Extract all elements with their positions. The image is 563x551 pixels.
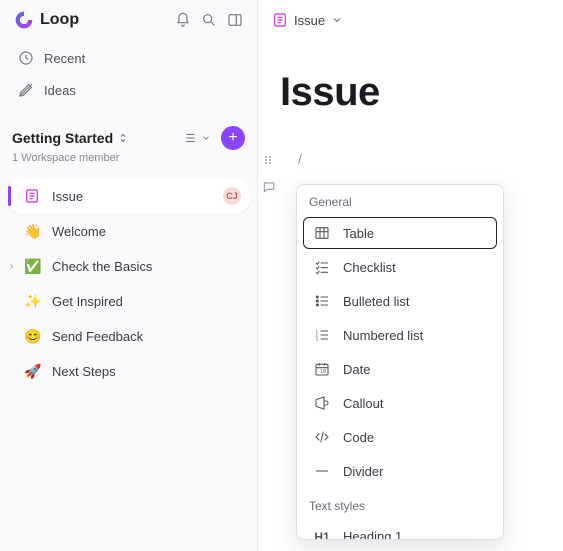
breadcrumb-label: Issue — [294, 13, 325, 28]
slash-command-input[interactable]: / — [298, 151, 541, 167]
page-item-check-basics[interactable]: › ✅ Check the Basics — [6, 249, 251, 284]
svg-text:3: 3 — [315, 336, 318, 341]
heading1-icon: H1 — [313, 530, 331, 541]
page-label: Send Feedback — [52, 329, 241, 344]
bullet-list-icon — [313, 293, 331, 309]
menu-item-bulleted-list[interactable]: Bulleted list — [303, 285, 497, 317]
add-page-button[interactable]: + — [221, 126, 245, 150]
chevron-down-icon — [331, 14, 343, 26]
menu-item-checklist[interactable]: Checklist — [303, 251, 497, 283]
menu-item-label: Heading 1 — [343, 529, 402, 540]
breadcrumb[interactable]: Issue — [258, 0, 563, 40]
nav-ideas[interactable]: Ideas — [8, 74, 249, 106]
table-icon — [313, 225, 331, 241]
page-label: Get Inspired — [52, 294, 241, 309]
brand-name: Loop — [40, 11, 79, 29]
menu-item-heading-1[interactable]: H1 Heading 1 — [303, 521, 497, 540]
page-label: Issue — [52, 189, 213, 204]
menu-item-label: Checklist — [343, 260, 396, 275]
menu-group-text-styles: Text styles — [297, 489, 503, 519]
view-options-button[interactable] — [183, 131, 211, 145]
sparkle-icon: ✨ — [24, 293, 42, 310]
brand: Loop — [14, 10, 79, 30]
page-title[interactable]: Issue — [280, 70, 541, 115]
avatar: CJ — [223, 187, 241, 205]
menu-item-divider[interactable]: Divider — [303, 455, 497, 487]
loop-logo-icon — [14, 10, 34, 30]
doc-icon — [272, 12, 288, 28]
chevron-down-icon — [201, 133, 211, 143]
menu-group-general: General — [297, 185, 503, 215]
numbered-list-icon: 123 — [313, 327, 331, 343]
page-item-next-steps[interactable]: 🚀 Next Steps — [6, 354, 251, 389]
wave-icon: 👋 — [24, 223, 42, 240]
list-icon — [183, 131, 199, 145]
menu-item-label: Divider — [343, 464, 383, 479]
search-icon[interactable] — [201, 12, 217, 28]
chevron-right-icon[interactable]: › — [10, 261, 13, 272]
callout-icon — [313, 395, 331, 411]
panel-icon[interactable] — [227, 12, 243, 28]
menu-item-table[interactable]: Table — [303, 217, 497, 249]
divider-icon — [313, 463, 331, 479]
comment-icon[interactable] — [262, 180, 276, 194]
menu-item-label: Code — [343, 430, 374, 445]
doc-icon — [24, 188, 42, 204]
workspace-title[interactable]: Getting Started — [12, 130, 129, 146]
menu-item-label: Numbered list — [343, 328, 423, 343]
page-list: Issue CJ 👋 Welcome › ✅ Check the Basics … — [0, 172, 257, 395]
updown-icon — [117, 132, 129, 144]
sidebar: Loop Recent Ideas Getting Started — [0, 0, 258, 551]
menu-item-code[interactable]: Code — [303, 421, 497, 453]
page-item-send-feedback[interactable]: 😊 Send Feedback — [6, 319, 251, 354]
page-item-get-inspired[interactable]: ✨ Get Inspired — [6, 284, 251, 319]
menu-item-label: Table — [343, 226, 374, 241]
page-label: Welcome — [52, 224, 241, 239]
menu-item-date[interactable]: 18 Date — [303, 353, 497, 385]
date-icon: 18 — [313, 361, 331, 377]
code-icon — [313, 429, 331, 445]
workspace-subtitle: 1 Workspace member — [0, 152, 257, 172]
rocket-icon: 🚀 — [24, 363, 42, 380]
page-item-welcome[interactable]: 👋 Welcome — [6, 214, 251, 249]
menu-item-label: Bulleted list — [343, 294, 409, 309]
page-item-issue[interactable]: Issue CJ — [6, 178, 251, 214]
menu-item-label: Callout — [343, 396, 383, 411]
slash-menu: General Table Checklist Bulleted list 12… — [296, 184, 504, 540]
menu-item-label: Date — [343, 362, 370, 377]
nav-recent-label: Recent — [44, 51, 85, 66]
pen-icon — [18, 82, 34, 98]
page-label: Next Steps — [52, 364, 241, 379]
menu-item-numbered-list[interactable]: 123 Numbered list — [303, 319, 497, 351]
nav-ideas-label: Ideas — [44, 83, 76, 98]
menu-item-callout[interactable]: Callout — [303, 387, 497, 419]
check-icon: ✅ — [24, 258, 42, 275]
svg-text:18: 18 — [320, 369, 326, 375]
notifications-icon[interactable] — [175, 12, 191, 28]
page-label: Check the Basics — [52, 259, 241, 274]
feedback-icon: 😊 — [24, 328, 42, 345]
nav-recent[interactable]: Recent — [8, 42, 249, 74]
clock-icon — [18, 50, 34, 66]
checklist-icon — [313, 259, 331, 275]
